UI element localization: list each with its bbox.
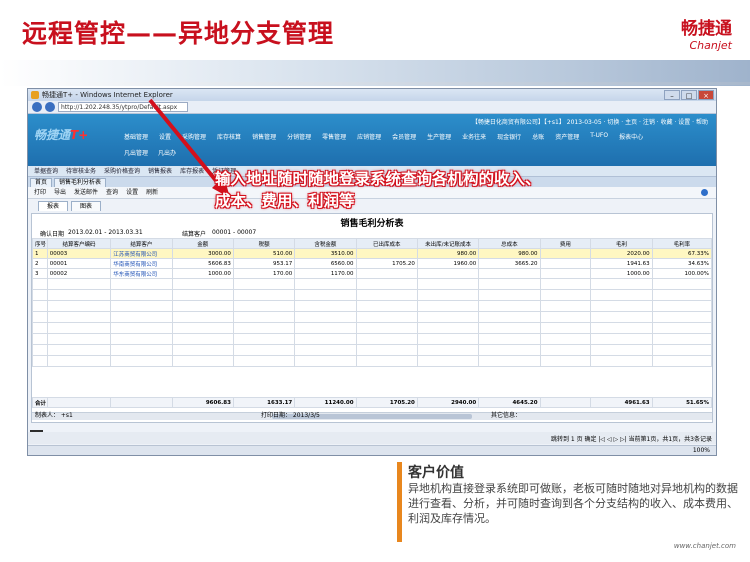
annotation-callout: 输入地址随时随地登录系统查询各机构的收入、成本、费用、利润等	[215, 170, 541, 210]
value-heading: 客户价值	[408, 465, 464, 481]
pointer-arrow-icon	[148, 98, 230, 198]
value-body: 异地机构直接登录系统即可做账，老板可随时随地对异地机构的数据进行查看、分析，并可…	[408, 482, 738, 525]
website: www.chanjet.com	[673, 542, 736, 550]
value-accent-bar	[397, 462, 402, 542]
